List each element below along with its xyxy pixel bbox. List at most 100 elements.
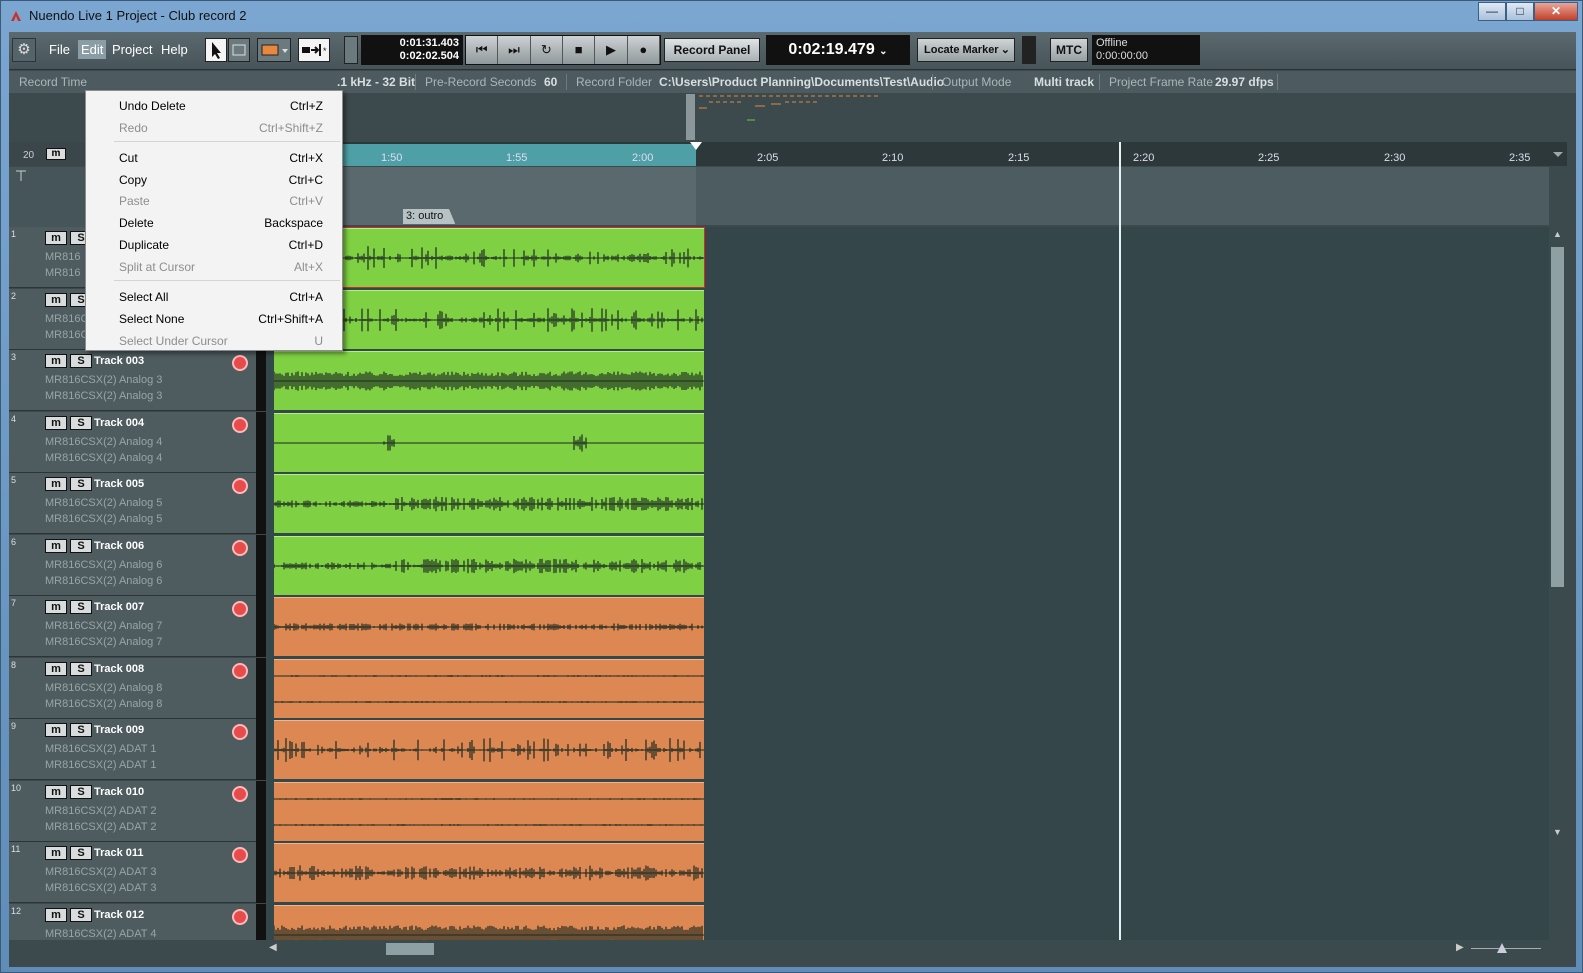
go-to-end-icon[interactable]: ⏭ (498, 36, 531, 64)
color-picker-icon[interactable] (257, 38, 291, 62)
solo-button[interactable]: S (70, 661, 92, 676)
marker-outro[interactable]: 3: outro (403, 209, 456, 224)
vertical-scroll-thumb[interactable] (1551, 247, 1564, 587)
track-name[interactable]: Track 009 (94, 724, 144, 736)
record-enable-button[interactable] (232, 416, 248, 433)
track-header[interactable]: 8 m S Track 008 MR816CSX(2) Analog 8 MR8… (9, 657, 266, 719)
scroll-down-icon[interactable]: ▼ (1551, 827, 1564, 841)
solo-button[interactable]: S (70, 907, 92, 922)
track-lane[interactable] (266, 904, 1549, 940)
menu-help[interactable]: Help (161, 42, 188, 57)
track-lane[interactable] (266, 227, 1549, 288)
track-output[interactable]: MR816CSX(2) ADAT 2 (45, 821, 156, 833)
track-name[interactable]: Track 004 (94, 417, 144, 429)
track-header[interactable]: 10 m S Track 010 MR816CSX(2) ADAT 2 MR81… (9, 780, 266, 842)
track-output[interactable]: MR816CSX(2) Analog 4 (45, 452, 162, 464)
maximize-button[interactable]: □ (1506, 2, 1534, 21)
menu-item-copy[interactable]: Copy Ctrl+C (86, 170, 342, 190)
mute-button[interactable]: m (45, 354, 67, 368)
track-lane[interactable] (266, 535, 1549, 596)
track-lane[interactable] (266, 473, 1549, 534)
track-name[interactable]: Track 005 (94, 478, 144, 490)
track-input[interactable]: MR816CSX(2) ADAT 1 (45, 743, 156, 755)
audio-event[interactable] (274, 412, 704, 472)
play-icon[interactable]: ▶ (595, 36, 628, 64)
event-display[interactable] (266, 227, 1549, 940)
track-output[interactable]: MR816CSX(2) Analog 6 (45, 575, 162, 587)
mute-button[interactable]: m (45, 723, 67, 737)
menu-project[interactable]: Project (112, 42, 152, 57)
track-lane[interactable] (266, 412, 1549, 473)
mute-button[interactable]: m (45, 907, 67, 922)
minimize-button[interactable]: — (1478, 2, 1506, 21)
track-lane[interactable] (266, 719, 1549, 780)
track-input[interactable]: MR816CSX(2) ADAT 2 (45, 805, 156, 817)
record-enable-button[interactable] (232, 847, 248, 863)
track-name[interactable]: Track 006 (94, 540, 144, 552)
zoom-level[interactable]: 20 (23, 150, 34, 161)
menu-item-select-none[interactable]: Select None Ctrl+Shift+A (86, 309, 342, 329)
ruler-mode-icon[interactable]: m (46, 148, 66, 160)
audio-event[interactable] (274, 535, 704, 595)
solo-button[interactable]: S (70, 784, 92, 799)
frame-rate-value[interactable]: 29.97 dfps (1215, 75, 1274, 89)
track-output[interactable]: MR816CSX(2) Analog 8 (45, 698, 162, 710)
record-enable-button[interactable] (232, 478, 248, 494)
track-output[interactable]: MR816CSX(2) Analog 7 (45, 636, 162, 648)
solo-button[interactable]: S (70, 354, 92, 368)
mute-button[interactable]: m (45, 661, 67, 676)
track-input[interactable]: MR816CSX(2) Analog 4 (45, 436, 162, 448)
solo-button[interactable]: S (70, 846, 92, 860)
track-input[interactable]: MR816CSX(2) Analog 7 (45, 620, 162, 632)
solo-button[interactable]: S (70, 600, 92, 614)
track-lane[interactable] (266, 289, 1549, 350)
track-lane[interactable] (266, 781, 1549, 842)
track-name[interactable]: Track 003 (94, 355, 144, 367)
track-lane[interactable] (266, 350, 1549, 411)
track-name[interactable]: Track 007 (94, 601, 144, 613)
track-lane[interactable] (266, 658, 1549, 719)
record-enable-button[interactable] (232, 724, 248, 740)
mute-button[interactable]: m (45, 846, 67, 860)
mute-button[interactable]: m (45, 538, 67, 553)
track-name[interactable]: Track 011 (94, 847, 144, 859)
record-enable-button[interactable] (232, 601, 248, 617)
mute-button[interactable]: m (45, 477, 67, 491)
track-name[interactable]: Track 010 (94, 786, 144, 798)
track-input[interactable]: MR816CSX(2) ADAT 3 (45, 866, 156, 878)
go-to-start-icon[interactable]: ⏮ (466, 36, 499, 64)
menu-file[interactable]: File (49, 42, 70, 57)
scroll-up-icon[interactable]: ▲ (1551, 229, 1564, 243)
audio-event[interactable] (274, 843, 704, 902)
mute-button[interactable]: m (45, 415, 67, 430)
main-time-display[interactable]: 0:02:19.479 ⌄ (766, 35, 910, 65)
track-input[interactable]: MR816CSX(2) Analog 6 (45, 559, 162, 571)
audio-format-value[interactable]: .1 kHz - 32 Bit (337, 75, 415, 89)
horizontal-scrollbar[interactable]: ◀ ▶ (266, 940, 1549, 958)
track-lane[interactable] (266, 842, 1549, 903)
record-enable-button[interactable] (232, 908, 248, 925)
solo-button[interactable]: S (70, 538, 92, 553)
menu-edit[interactable]: Edit (78, 40, 107, 59)
left-locator-time[interactable]: 0:01:31.403 (365, 37, 459, 50)
track-input[interactable]: MR816CSX(2) ADAT 4 (45, 928, 156, 940)
mute-button[interactable]: m (45, 292, 67, 307)
menu-item-delete[interactable]: Delete Backspace (86, 213, 342, 233)
track-input[interactable]: MR816CSX(2) Analog 5 (45, 497, 162, 509)
track-input[interactable]: MR816CSX(2) Analog 3 (45, 374, 162, 386)
audio-event[interactable] (274, 720, 704, 779)
snap-tool-icon[interactable]: * (298, 38, 330, 62)
menu-item-select-all[interactable]: Select All Ctrl+A (86, 287, 342, 307)
track-output[interactable]: MR816CSX(2) ADAT 1 (45, 759, 156, 771)
track-output[interactable]: MR816CSX(2) ADAT 3 (45, 882, 156, 894)
zoom-slider[interactable] (1471, 948, 1541, 949)
record-enable-button[interactable] (232, 355, 248, 371)
record-folder-value[interactable]: C:\Users\Product Planning\Documents\Test… (659, 75, 944, 89)
stop-icon[interactable]: ■ (562, 36, 596, 64)
track-output[interactable]: MR816CSX(2) Analog 3 (45, 390, 162, 402)
track-lane[interactable] (266, 596, 1549, 657)
timeline-ruler[interactable]: 1:50 1:55 2:00 2:05 2:10 2:15 2:20 2:25 … (266, 142, 1549, 166)
ruler-menu-icon[interactable] (1549, 142, 1567, 166)
vertical-scrollbar[interactable]: ▲ ▼ (1549, 227, 1567, 940)
audio-event[interactable] (274, 904, 704, 940)
